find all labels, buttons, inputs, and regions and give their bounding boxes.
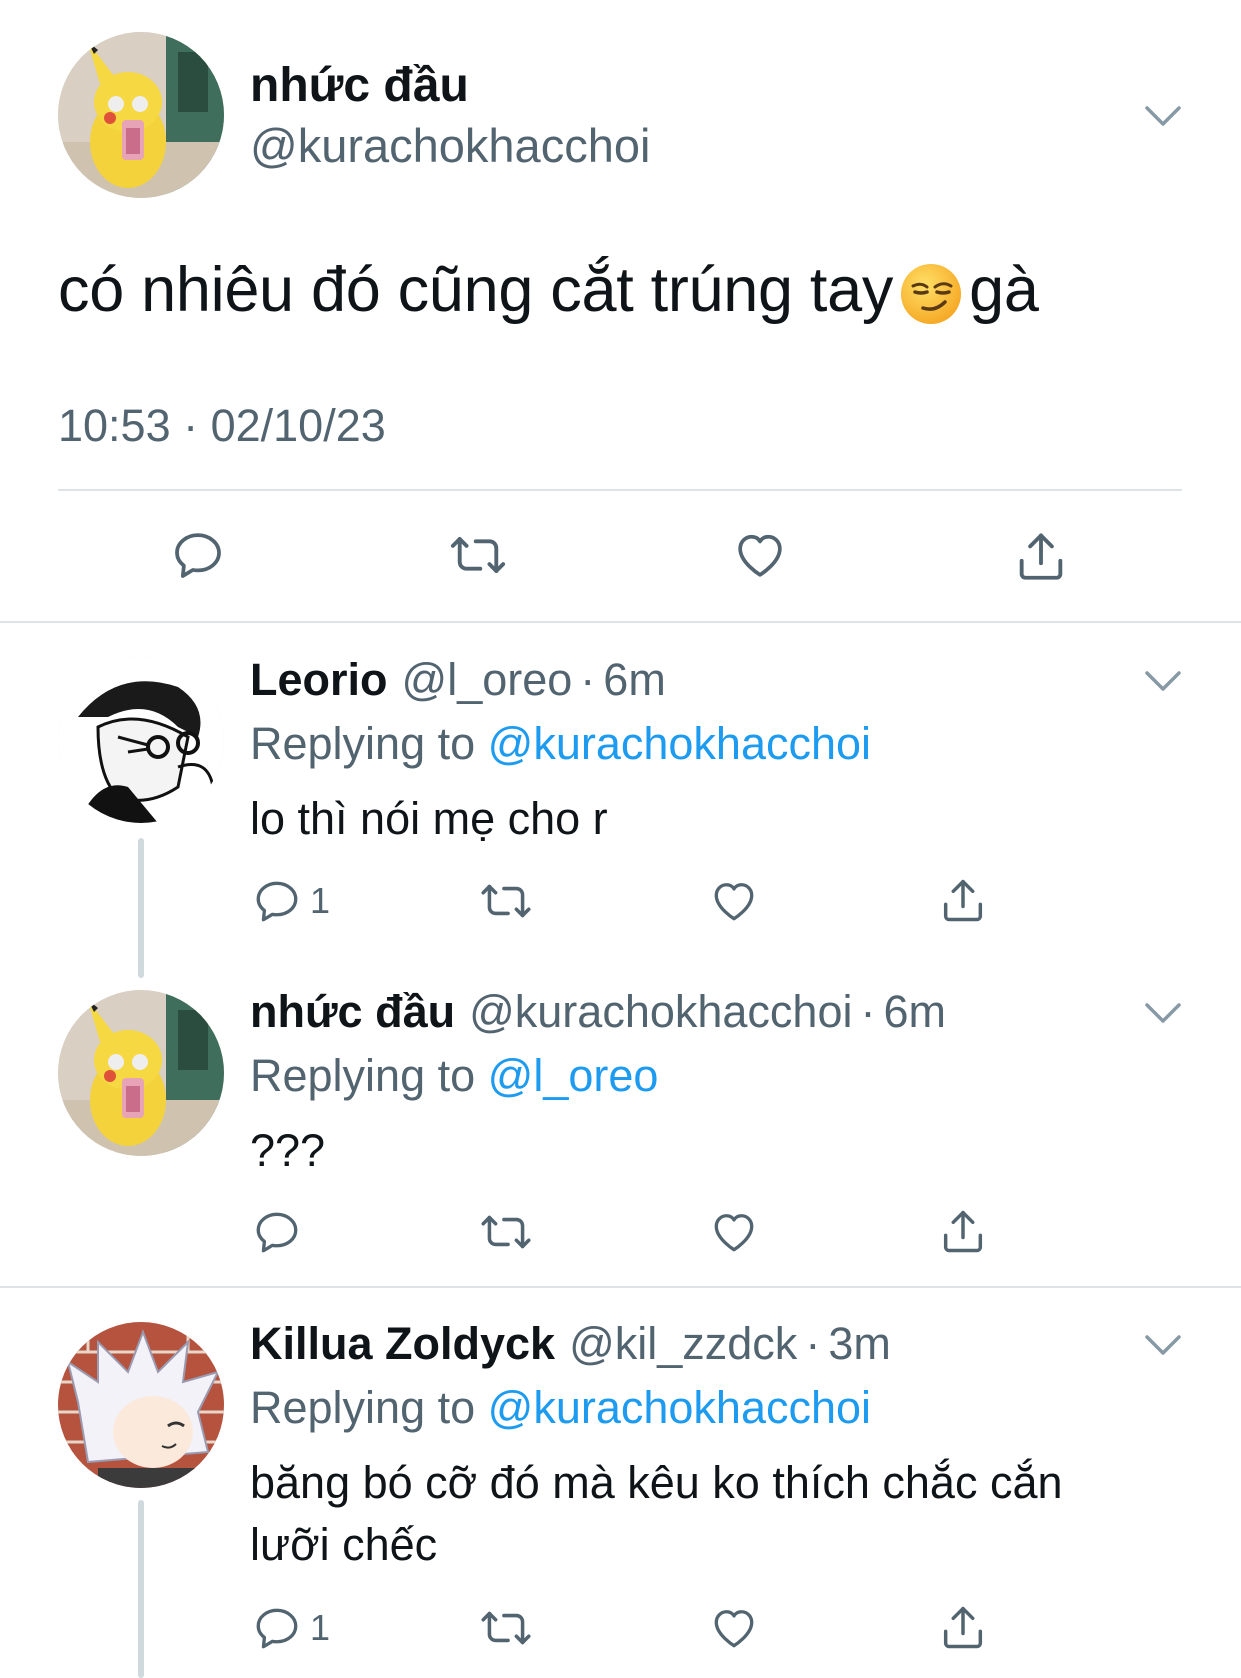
heart-icon xyxy=(738,534,782,577)
like-button[interactable] xyxy=(731,527,789,583)
reply-author-handle[interactable]: @kil_zzdck xyxy=(569,1318,797,1370)
chevron-down-icon[interactable] xyxy=(1143,1000,1183,1026)
reply-count: 1 xyxy=(310,880,331,921)
replying-to-mention[interactable]: @l_oreo xyxy=(488,1050,659,1101)
pikachu-avatar-image xyxy=(58,32,224,198)
reply-avatar[interactable] xyxy=(58,657,224,823)
replying-to-mention[interactable]: @kurachokhacchoi xyxy=(488,718,871,769)
like-button[interactable] xyxy=(708,1603,760,1653)
reply-icon xyxy=(256,1212,298,1253)
replying-to-label: Replying to xyxy=(250,1382,476,1433)
separator-dot: · xyxy=(805,1318,821,1369)
replying-to-label: Replying to xyxy=(250,718,476,769)
tweet-text-after: gà xyxy=(969,255,1039,325)
share-button[interactable] xyxy=(937,1205,989,1257)
author-name[interactable]: nhức đầu xyxy=(250,58,469,113)
reply-text-line: lưỡi chếc xyxy=(250,1519,438,1570)
reply-author-name[interactable]: Killua Zoldyck xyxy=(250,1318,555,1370)
divider xyxy=(0,621,1241,623)
pikachu-avatar-image xyxy=(58,990,224,1156)
leorio-avatar-image xyxy=(58,657,224,823)
smirking-face-emoji-icon xyxy=(899,262,963,326)
author-avatar[interactable] xyxy=(58,32,224,198)
reply-text: băng bó cỡ đó mà kêu ko thích chắc cắn l… xyxy=(250,1452,1063,1576)
reply-header: Killua Zoldyck @kil_zzdck · 3m xyxy=(250,1318,891,1370)
share-icon xyxy=(1019,533,1063,580)
like-button[interactable] xyxy=(708,1207,760,1257)
retweet-button[interactable] xyxy=(477,876,535,926)
heart-icon xyxy=(714,1610,754,1648)
tweet-timestamp[interactable]: 10:53 · 02/10/23 xyxy=(58,400,386,452)
retweet-button[interactable] xyxy=(477,1207,535,1257)
reply-button[interactable]: 1 xyxy=(252,876,330,926)
reply-header: Leorio @l_oreo · 6m xyxy=(250,654,666,706)
reply-time[interactable]: 3m xyxy=(828,1318,891,1370)
reply-button[interactable] xyxy=(170,527,226,583)
reply-text: lo thì nói mẹ cho r xyxy=(250,793,608,844)
divider xyxy=(0,1286,1241,1288)
share-button[interactable] xyxy=(1012,527,1070,585)
divider xyxy=(58,489,1182,491)
chevron-down-icon[interactable] xyxy=(1143,1332,1183,1358)
author-handle[interactable]: @kurachokhacchoi xyxy=(250,118,650,173)
chevron-down-icon[interactable] xyxy=(1143,103,1183,129)
reply-time[interactable]: 6m xyxy=(883,986,946,1038)
retweet-icon xyxy=(481,1611,531,1645)
reply-avatar[interactable] xyxy=(58,1322,224,1488)
replying-to: Replying to @kurachokhacchoi xyxy=(250,1382,871,1434)
reply-button[interactable] xyxy=(252,1207,310,1257)
reply-author-name[interactable]: nhức đầu xyxy=(250,986,455,1038)
chevron-down-icon[interactable] xyxy=(1143,668,1183,694)
retweet-icon xyxy=(481,884,531,918)
tweet-text-before: có nhiêu đó cũng cắt trúng tay xyxy=(58,255,894,325)
replying-to: Replying to @l_oreo xyxy=(250,1050,658,1102)
thread-line xyxy=(138,1500,144,1678)
reply-author-handle[interactable]: @l_oreo xyxy=(402,654,573,706)
reply-icon xyxy=(256,1608,298,1649)
share-button[interactable] xyxy=(937,1601,989,1653)
tweet-text: có nhiêu đó cũng cắt trúng tay gà xyxy=(58,254,1039,326)
reply-time[interactable]: 6m xyxy=(603,654,666,706)
heart-icon xyxy=(714,883,754,921)
retweet-button[interactable] xyxy=(446,527,510,583)
retweet-icon xyxy=(450,537,506,573)
reply-text-line: băng bó cỡ đó mà kêu ko thích chắc cắn xyxy=(250,1457,1063,1508)
reply-author-name[interactable]: Leorio xyxy=(250,654,388,706)
reply-icon xyxy=(256,881,298,922)
retweet-button[interactable] xyxy=(477,1603,535,1653)
reply-author-handle[interactable]: @kurachokhacchoi xyxy=(469,986,852,1038)
replying-to-mention[interactable]: @kurachokhacchoi xyxy=(488,1382,871,1433)
share-icon xyxy=(943,1606,983,1649)
reply-count: 1 xyxy=(310,1607,331,1648)
reply-text: ??? xyxy=(250,1125,326,1176)
reply-avatar[interactable] xyxy=(58,990,224,1156)
reply-button[interactable]: 1 xyxy=(252,1603,330,1653)
reply-icon xyxy=(175,533,221,578)
separator-dot: · xyxy=(860,986,876,1037)
separator-dot: · xyxy=(580,654,596,705)
like-button[interactable] xyxy=(708,876,760,926)
reply-header: nhức đầu @kurachokhacchoi · 6m xyxy=(250,986,946,1038)
retweet-icon xyxy=(481,1215,531,1249)
share-icon xyxy=(943,879,983,922)
thread-line xyxy=(138,838,144,978)
heart-icon xyxy=(714,1214,754,1252)
killua-avatar-image xyxy=(58,1322,224,1488)
replying-to: Replying to @kurachokhacchoi xyxy=(250,718,871,770)
share-icon xyxy=(943,1210,983,1253)
replying-to-label: Replying to xyxy=(250,1050,476,1101)
share-button[interactable] xyxy=(937,874,989,926)
